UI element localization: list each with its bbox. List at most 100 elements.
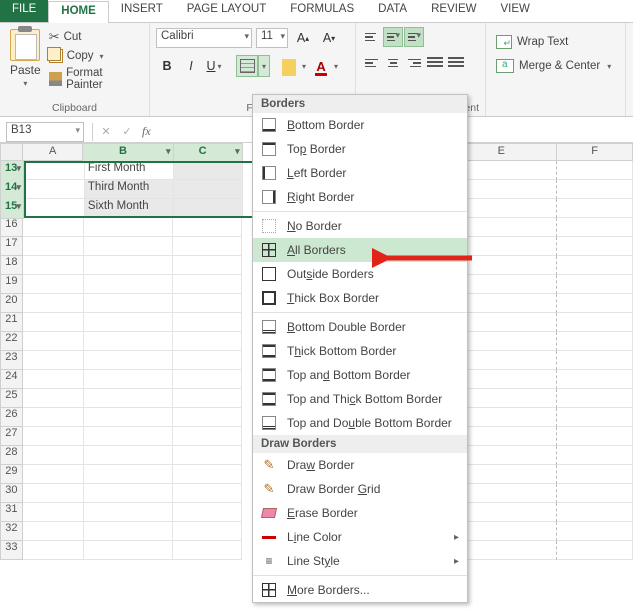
cell[interactable] — [173, 351, 242, 370]
top-and-bottom-border-item[interactable]: Top and Bottom Border — [253, 363, 467, 387]
chevron-down-icon[interactable]: ▾ — [332, 62, 340, 71]
cell[interactable]: Third Month — [85, 180, 174, 199]
row-header[interactable]: 28 — [0, 446, 23, 465]
cell[interactable] — [173, 313, 242, 332]
tab-page-layout[interactable]: PAGE LAYOUT — [175, 0, 278, 22]
paste-button[interactable]: Paste ▾ — [6, 27, 45, 90]
borders-button[interactable] — [236, 55, 258, 77]
copy-button[interactable]: Copy▾ — [49, 49, 139, 63]
right-border-item[interactable]: Right Border — [253, 185, 467, 209]
align-left-button[interactable] — [362, 53, 382, 73]
fx-icon[interactable]: fx — [142, 124, 151, 139]
cell[interactable] — [84, 370, 173, 389]
cell[interactable] — [173, 275, 242, 294]
font-name-select[interactable]: Calibri — [156, 28, 252, 48]
cell[interactable] — [23, 427, 84, 446]
cell[interactable] — [173, 427, 242, 446]
tab-formulas[interactable]: FORMULAS — [278, 0, 366, 22]
row-header[interactable]: 15 — [0, 199, 24, 219]
row-header[interactable]: 22 — [0, 332, 23, 351]
cell[interactable] — [84, 484, 173, 503]
align-bottom-button[interactable] — [404, 27, 424, 47]
cell[interactable] — [23, 332, 84, 351]
cell[interactable] — [173, 332, 242, 351]
row-header[interactable]: 29 — [0, 465, 23, 484]
cell[interactable] — [84, 351, 173, 370]
row-header[interactable]: 23 — [0, 351, 23, 370]
cell[interactable] — [557, 484, 633, 503]
cell[interactable] — [557, 503, 633, 522]
cell[interactable] — [557, 332, 633, 351]
cell[interactable] — [557, 199, 633, 218]
row-header[interactable]: 25 — [0, 389, 23, 408]
row-header[interactable]: 13 — [0, 161, 24, 181]
bottom-double-border-item[interactable]: Bottom Double Border — [253, 315, 467, 339]
increase-indent-button[interactable] — [446, 53, 466, 73]
cell[interactable] — [23, 313, 84, 332]
chevron-down-icon[interactable]: ▾ — [21, 79, 29, 88]
cell[interactable] — [557, 389, 633, 408]
cell[interactable] — [557, 522, 633, 541]
select-all-triangle[interactable] — [0, 143, 23, 161]
col-header-c[interactable]: C — [174, 143, 243, 163]
format-painter-button[interactable]: Format Painter — [49, 67, 139, 91]
cell[interactable] — [173, 218, 242, 237]
cell[interactable] — [557, 237, 633, 256]
align-right-button[interactable] — [404, 53, 424, 73]
left-border-item[interactable]: Left Border — [253, 161, 467, 185]
top-border-item[interactable]: Top Border — [253, 137, 467, 161]
row-header[interactable]: 27 — [0, 427, 23, 446]
cell[interactable]: Sixth Month — [85, 199, 174, 218]
outside-borders-item[interactable]: Outside Borders — [253, 262, 467, 286]
line-style-item[interactable]: ≡Line Style▸ — [253, 549, 467, 573]
no-border-item[interactable]: No Border — [253, 214, 467, 238]
bold-button[interactable]: B — [156, 55, 178, 77]
cell[interactable] — [23, 389, 84, 408]
cell[interactable] — [174, 199, 242, 218]
cell[interactable] — [557, 180, 633, 199]
cell[interactable] — [173, 522, 242, 541]
underline-button[interactable]: U▾ — [204, 55, 226, 77]
tab-view[interactable]: VIEW — [488, 0, 541, 22]
cell[interactable] — [24, 199, 85, 218]
cell[interactable] — [24, 161, 85, 180]
cell[interactable] — [23, 256, 84, 275]
cell[interactable] — [23, 351, 84, 370]
cell[interactable] — [173, 408, 242, 427]
col-header-f[interactable]: F — [557, 143, 633, 161]
cell[interactable] — [84, 275, 173, 294]
cell[interactable] — [173, 237, 242, 256]
top-and-double-bottom-border-item[interactable]: Top and Double Bottom Border — [253, 411, 467, 435]
cell[interactable] — [23, 541, 84, 560]
thick-bottom-border-item[interactable]: Thick Bottom Border — [253, 339, 467, 363]
cell[interactable] — [84, 427, 173, 446]
row-header[interactable]: 32 — [0, 522, 23, 541]
cell[interactable] — [173, 484, 242, 503]
row-header[interactable]: 24 — [0, 370, 23, 389]
tab-home[interactable]: HOME — [48, 1, 109, 23]
cell[interactable] — [173, 294, 242, 313]
row-header[interactable]: 17 — [0, 237, 23, 256]
thick-box-border-item[interactable]: Thick Box Border — [253, 286, 467, 310]
cell[interactable] — [84, 218, 173, 237]
cell[interactable] — [24, 180, 85, 199]
borders-dropdown[interactable]: ▾ — [258, 55, 270, 77]
cell[interactable] — [84, 446, 173, 465]
row-header[interactable]: 18 — [0, 256, 23, 275]
line-color-item[interactable]: Line Color▸ — [253, 525, 467, 549]
row-header[interactable]: 30 — [0, 484, 23, 503]
merge-center-button[interactable]: Merge & Center▾ — [492, 57, 617, 75]
cell[interactable] — [84, 522, 173, 541]
cell[interactable] — [173, 389, 242, 408]
row-header[interactable]: 16 — [0, 218, 23, 237]
row-header[interactable]: 21 — [0, 313, 23, 332]
increase-font-icon[interactable]: A▴ — [292, 27, 314, 49]
erase-border-item[interactable]: Erase Border — [253, 501, 467, 525]
cell[interactable] — [173, 370, 242, 389]
cell[interactable] — [84, 503, 173, 522]
more-borders-item[interactable]: More Borders... — [253, 578, 467, 602]
cell[interactable] — [557, 161, 633, 180]
cell[interactable] — [23, 522, 84, 541]
cell[interactable] — [557, 351, 633, 370]
cell[interactable] — [84, 408, 173, 427]
